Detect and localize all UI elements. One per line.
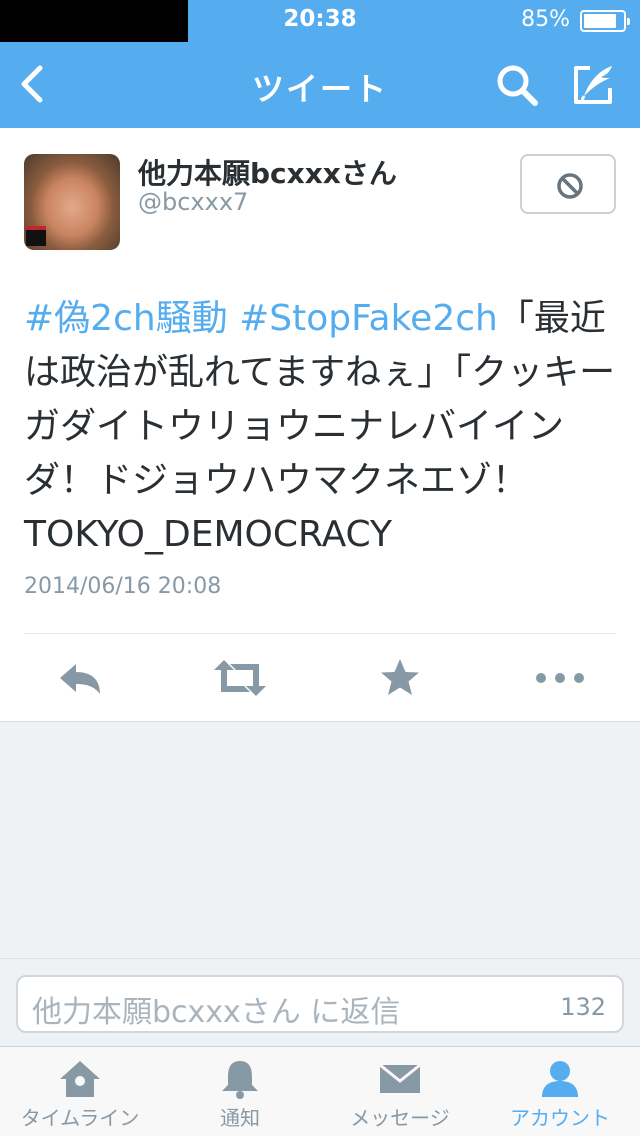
- tab-notifications[interactable]: 通知: [160, 1047, 320, 1136]
- tab-label: メッセージ: [350, 1106, 450, 1130]
- reply-button[interactable]: [56, 656, 104, 700]
- tab-label: 通知: [220, 1106, 260, 1130]
- hashtag-link[interactable]: #StopFake2ch: [239, 298, 498, 339]
- top-header: 20:38 85% ツイート: [0, 0, 640, 128]
- bell-icon: [222, 1061, 258, 1099]
- tab-account[interactable]: アカウント: [480, 1047, 640, 1136]
- star-icon: [381, 659, 419, 695]
- tab-label: タイムライン: [20, 1106, 140, 1130]
- page-title: ツイート: [251, 70, 388, 108]
- compose-button[interactable]: [570, 62, 618, 108]
- tab-timeline[interactable]: タイムライン: [0, 1047, 160, 1136]
- reply-input[interactable]: 他力本願bcxxxさん に返信 132: [16, 975, 624, 1033]
- favorite-button[interactable]: [378, 656, 422, 700]
- tweet-card: 他力本願bcxxxさん @bcxxx7 #偽2ch騒動 #StopFake2ch…: [0, 128, 640, 722]
- person-icon: [542, 1061, 578, 1097]
- tweet-text: #偽2ch騒動 #StopFake2ch「最近は政治が乱れてますねぇ」「クッキー…: [24, 292, 624, 562]
- envelope-icon: [379, 1063, 421, 1093]
- battery-level: [584, 14, 617, 28]
- tab-messages[interactable]: メッセージ: [320, 1047, 480, 1136]
- author-name[interactable]: 他力本願bcxxxさん: [138, 152, 397, 192]
- compose-icon: [574, 66, 612, 104]
- block-icon: [557, 173, 583, 199]
- block-button[interactable]: [520, 154, 616, 214]
- character-count: 132: [560, 993, 606, 1021]
- reply-bar: 他力本願bcxxxさん に返信 132: [0, 958, 640, 1046]
- battery-icon: [580, 10, 630, 32]
- search-button[interactable]: [494, 62, 540, 108]
- tweet-timestamp: 2014/06/16 20:08: [24, 574, 222, 599]
- avatar-badge: [26, 226, 46, 246]
- home-icon: [60, 1061, 100, 1097]
- reply-icon: [60, 664, 100, 694]
- hashtag-link[interactable]: #偽2ch騒動: [24, 298, 228, 339]
- tab-label: アカウント: [510, 1106, 610, 1130]
- search-icon: [497, 65, 538, 106]
- battery-percentage: 85%: [521, 7, 570, 32]
- author-handle[interactable]: @bcxxx7: [138, 188, 248, 216]
- retweet-icon: [214, 660, 266, 696]
- retweet-button[interactable]: [212, 656, 268, 700]
- reply-placeholder: 他力本願bcxxxさん に返信: [32, 995, 401, 1030]
- avatar[interactable]: [24, 154, 120, 250]
- tab-bar: タイムライン 通知 メッセージ アカウント: [0, 1046, 640, 1136]
- more-icon: [536, 673, 584, 683]
- more-button[interactable]: [534, 656, 586, 700]
- divider: [24, 633, 616, 634]
